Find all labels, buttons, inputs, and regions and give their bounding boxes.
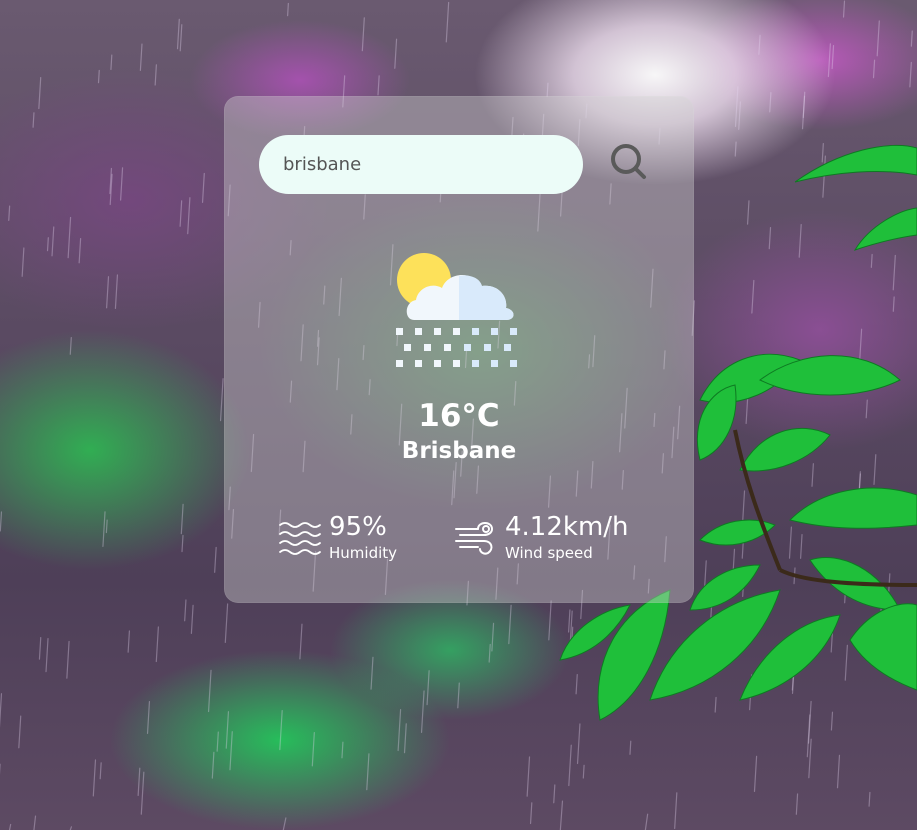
humidity-detail: 95% Humidity <box>278 511 428 567</box>
humidity-value: 95% <box>329 512 387 542</box>
wind-speed-value: 4.12km/h <box>505 512 629 542</box>
wind-icon <box>455 522 494 555</box>
sun-cloud-snow-icon <box>396 253 517 367</box>
snow-dots <box>396 328 517 367</box>
weather-card: 16°C Brisbane 95% Humidity 4.12km/h Wind… <box>224 96 694 603</box>
search-input[interactable] <box>259 135 583 194</box>
wind-speed-label: Wind speed <box>505 544 593 562</box>
search-button[interactable] <box>604 138 652 186</box>
temperature: 16°C <box>418 398 500 434</box>
humidity-waves-icon <box>279 522 321 555</box>
search-icon <box>611 144 646 179</box>
humidity-label: Humidity <box>329 544 398 562</box>
city-name: Brisbane <box>401 438 517 464</box>
wind-detail: 4.12km/h Wind speed <box>454 511 654 567</box>
